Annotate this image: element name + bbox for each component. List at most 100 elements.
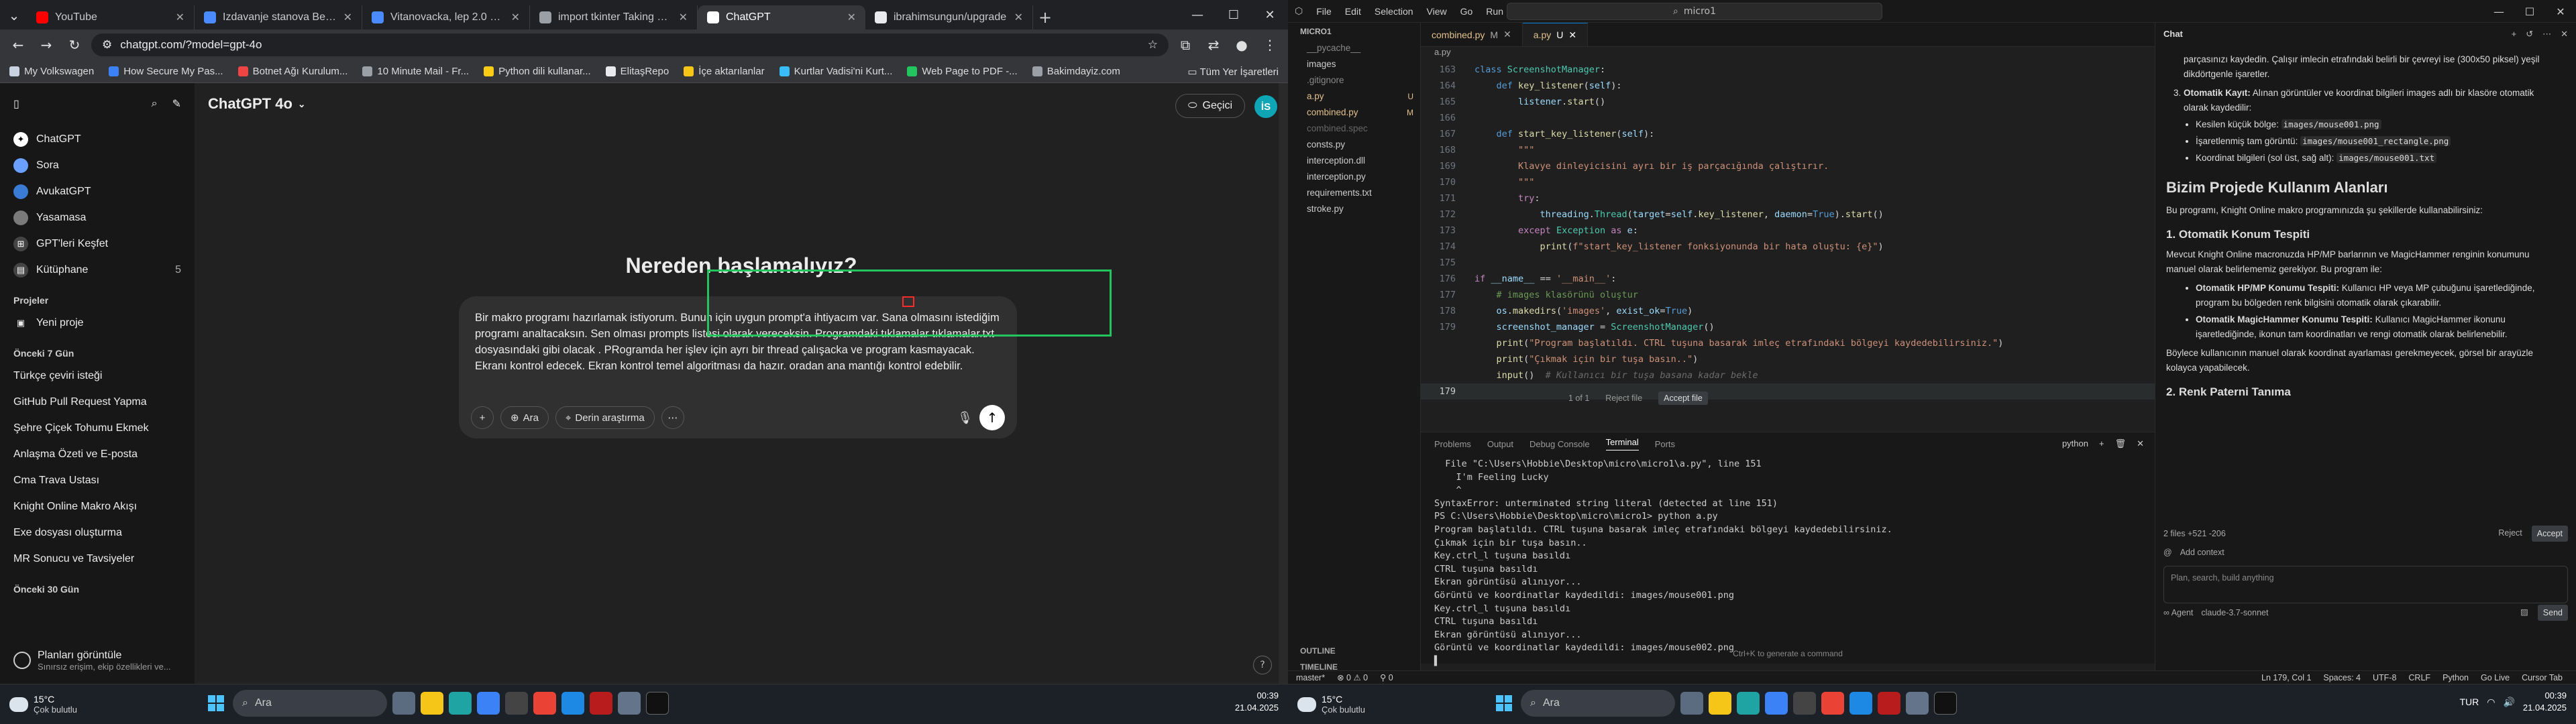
site-info-icon[interactable]: ⚙	[102, 38, 112, 52]
status-item[interactable]: ⊗ 0 ⚠ 0	[1337, 672, 1368, 682]
new-chat-icon[interactable]: +	[2512, 27, 2517, 42]
chat-input[interactable]: Plan, search, build anything	[2163, 566, 2568, 603]
menu-item[interactable]: View	[1427, 6, 1447, 17]
terminal-icon[interactable]	[1793, 692, 1816, 715]
more-icon[interactable]: ⋯	[2542, 27, 2551, 42]
close-icon[interactable]: ✕	[1252, 0, 1288, 29]
model-select[interactable]: claude-3.7-sonnet	[2201, 605, 2268, 620]
explorer-file[interactable]: __pycache__	[1293, 40, 1420, 56]
panel-tab[interactable]: Terminal	[1605, 437, 1639, 450]
browser-tab[interactable]: Izdavanje stanova Beograd | Ha... ✕	[195, 5, 362, 29]
taskbar-search[interactable]: ⌕ Ara	[233, 690, 387, 717]
bookmark-item[interactable]: My Volkswagen	[9, 66, 94, 77]
tab-close-icon[interactable]: ✕	[176, 11, 184, 24]
store-icon[interactable]	[1765, 692, 1788, 715]
cursor-app-icon[interactable]	[646, 692, 669, 715]
reload-icon[interactable]: ↻	[63, 34, 86, 56]
chrome-icon[interactable]	[533, 692, 556, 715]
explorer-file[interactable]: images	[1293, 56, 1420, 72]
search-icon[interactable]: ⌕	[152, 98, 158, 110]
terminal-shell-label[interactable]: python	[2062, 438, 2088, 449]
browser-tab[interactable]: import tkinter Taking Notes and... ✕	[530, 5, 698, 29]
app-icon[interactable]	[1878, 692, 1900, 715]
command-center-search[interactable]: ⌕ micro1	[1507, 3, 1882, 20]
microphone-icon[interactable]: 🎙	[957, 411, 973, 425]
chat-history-item[interactable]: Exe dosyası oluşturma	[7, 520, 188, 546]
avatar[interactable]: İS	[1254, 95, 1277, 118]
tab-close-icon[interactable]: ✕	[1568, 29, 1576, 41]
translate-icon[interactable]: ⇄	[1202, 34, 1225, 56]
windows-start-icon[interactable]	[1493, 692, 1515, 715]
windows-start-icon[interactable]	[205, 692, 227, 715]
vscode-icon[interactable]	[1849, 692, 1872, 715]
weather-widget[interactable]: 15°C Çok bulutlu	[1288, 694, 1489, 715]
editor-tab[interactable]: a.py U ✕	[1522, 23, 1589, 46]
status-item[interactable]: Ln 179, Col 1	[2261, 673, 2311, 682]
explorer-file[interactable]: a.py U	[1293, 88, 1420, 105]
tab-close-icon[interactable]: ✕	[511, 11, 520, 24]
status-item[interactable]: master*	[1296, 673, 1325, 682]
history-icon[interactable]: ↺	[2526, 27, 2533, 42]
sidebar-item[interactable]: ⊞ GPT'leri Keşfet	[7, 231, 188, 257]
all-bookmarks-label[interactable]: Tüm Yer İşaretleri	[1199, 66, 1279, 78]
tab-close-icon[interactable]: ✕	[343, 11, 352, 24]
clock[interactable]: 00:39 21.04.2025	[1235, 690, 1279, 714]
trash-icon[interactable]: 🗑	[2115, 438, 2127, 449]
address-bar[interactable]: ⚙ chatgpt.com/?model=gpt-4o ☆	[91, 34, 1169, 56]
new-terminal-icon[interactable]: +	[2099, 438, 2104, 449]
panel-tab[interactable]: Ports	[1655, 439, 1675, 449]
chat-history-item[interactable]: GitHub Pull Request Yapma	[7, 389, 188, 415]
bookmark-item[interactable]: Python dili kullanar...	[484, 66, 591, 77]
deep-research-button[interactable]: ⌖ Derin araştırma	[555, 406, 655, 429]
app-icon[interactable]	[1906, 692, 1929, 715]
bookmark-item[interactable]: Botnet Ağı Kurulum...	[237, 66, 347, 77]
wifi-icon[interactable]: ◠	[2487, 697, 2495, 708]
temporary-chat-button[interactable]: ⬭ Geçici	[1175, 94, 1245, 118]
menu-item[interactable]: File	[1316, 6, 1332, 17]
minimize-icon[interactable]: —	[1179, 0, 1216, 29]
breadcrumb[interactable]: a.py	[1421, 47, 2155, 62]
image-icon[interactable]: ▨	[2520, 605, 2528, 621]
add-context-button[interactable]: @ Add context	[2163, 543, 2568, 562]
chat-history-item[interactable]: MR Sonucu ve Tavsiyeler	[7, 546, 188, 572]
explorer-file[interactable]: .gitignore	[1293, 72, 1420, 88]
chat-history-item[interactable]: Cma Trava Ustası	[7, 467, 188, 493]
extensions-icon[interactable]: ⧉	[1174, 34, 1197, 56]
tab-close-icon[interactable]: ✕	[679, 11, 688, 24]
minimize-icon[interactable]: —	[2483, 0, 2514, 23]
sidebar-item[interactable]: Sora	[7, 152, 188, 178]
forward-icon[interactable]: →	[35, 34, 58, 56]
edge-icon[interactable]	[449, 692, 472, 715]
language-indicator[interactable]: TUR	[2459, 697, 2479, 707]
sidebar-item[interactable]: AvukatGPT	[7, 178, 188, 204]
help-button[interactable]: ?	[1253, 656, 1272, 674]
reject-button[interactable]: Reject	[2498, 526, 2522, 542]
panel-tab[interactable]: Output	[1487, 439, 1513, 449]
status-item[interactable]: Python	[2443, 673, 2469, 682]
terminal-output[interactable]: File "C:\Users\Hobbie\Desktop\micro\micr…	[1421, 455, 2155, 671]
explorer-file[interactable]: requirements.txt	[1293, 185, 1420, 201]
chat-history-item[interactable]: Anlaşma Özeti ve E-posta	[7, 441, 188, 467]
sidebar-item[interactable]: ▤ Kütüphane 5	[7, 257, 188, 283]
menu-item[interactable]: Go	[1460, 6, 1473, 17]
accept-button[interactable]: Accept	[2531, 526, 2568, 542]
code-area[interactable]: 163 class ScreenshotManager: 164 def key_…	[1421, 62, 2155, 400]
maximize-icon[interactable]: ☐	[2514, 0, 2545, 23]
send-button[interactable]: ↑	[979, 405, 1005, 430]
new-chat-icon[interactable]: ✎	[172, 97, 181, 111]
outline-section[interactable]: OUTLINE	[1300, 646, 1336, 656]
bookmark-star-icon[interactable]: ☆	[1148, 38, 1158, 52]
sidebar-toggle-icon[interactable]: ▯	[13, 97, 19, 111]
tab-close-icon[interactable]: ✕	[847, 11, 856, 24]
explorer-root[interactable]: MICRO1	[1293, 23, 1420, 40]
cursor-app-icon[interactable]	[1934, 692, 1957, 715]
more-tools-button[interactable]: ⋯	[661, 406, 684, 429]
apps-icon[interactable]: ▭ Tüm Yer İşaretleri	[1187, 66, 1279, 78]
status-item[interactable]: CRLF	[2408, 673, 2430, 682]
page-scrollbar[interactable]	[1279, 83, 1288, 684]
taskbar-search[interactable]: ⌕ Ara	[1521, 690, 1675, 717]
files-changed[interactable]: 2 files +521 -206	[2163, 526, 2226, 541]
explorer-file[interactable]: interception.py	[1293, 169, 1420, 185]
file-explorer-icon[interactable]	[421, 692, 443, 715]
menu-item[interactable]: Run	[1486, 6, 1503, 17]
